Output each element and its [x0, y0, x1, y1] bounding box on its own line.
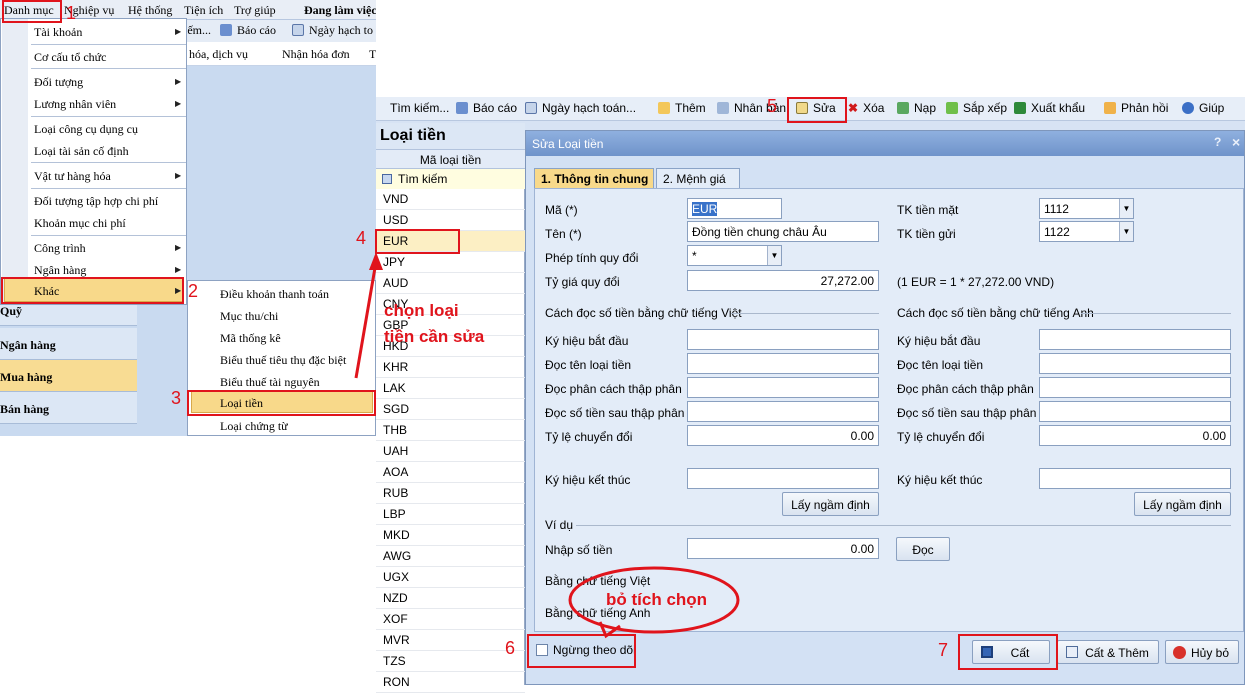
annotation-arrowhead [369, 252, 383, 270]
annotation-text-uncheck: bỏ tích chọn [606, 590, 708, 609]
annotation-arrow-line [354, 261, 378, 379]
annotation-arrows [354, 252, 740, 639]
